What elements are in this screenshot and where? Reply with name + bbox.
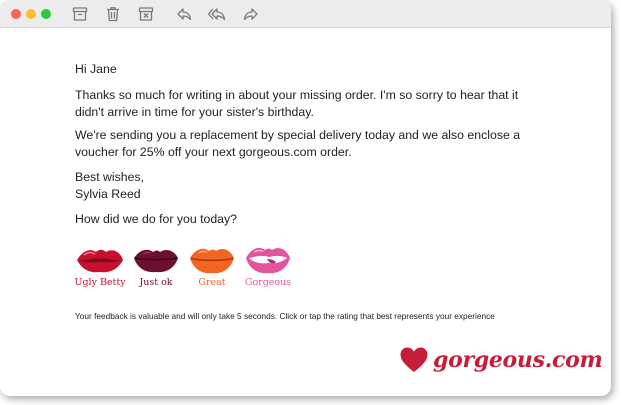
lips-icon — [246, 247, 290, 274]
rating-question: How did we do for you today? — [75, 212, 238, 226]
signoff-text: Best wishes, — [75, 170, 145, 184]
email-signoff: Best wishes, Sylvia Reed — [75, 169, 144, 203]
zoom-window-button[interactable] — [41, 9, 51, 19]
rating-just-ok[interactable]: Just ok — [128, 243, 184, 288]
signature-name: Sylvia Reed — [75, 187, 141, 201]
reply-icon[interactable] — [175, 5, 193, 23]
heart-icon — [400, 347, 428, 372]
rating-label: Gorgeous — [244, 277, 292, 288]
email-paragraph: Thanks so much for writing in about your… — [75, 88, 519, 119]
junk-icon[interactable] — [137, 5, 155, 23]
email-paragraph: We're sending you a replacement by speci… — [75, 128, 521, 159]
lips-icon — [134, 249, 178, 273]
rating-label: Just ok — [139, 277, 173, 288]
rating-label: Ugly Betty — [74, 277, 126, 288]
rating-gorgeous[interactable]: Gorgeous — [240, 243, 296, 288]
brand-logo: gorgeous.com — [399, 343, 603, 377]
archive-icon[interactable] — [71, 5, 89, 23]
rating-great[interactable]: Great — [184, 243, 240, 288]
rating-label: Great — [198, 277, 226, 288]
lips-icon — [190, 248, 234, 274]
rating-ugly-betty[interactable]: Ugly Betty — [72, 243, 128, 288]
email-window: Hi Jane Thanks so much for writing in ab… — [0, 0, 611, 396]
feedback-note: Your feedback is valuable and will only … — [75, 311, 495, 321]
lips-icon — [77, 249, 123, 273]
minimize-window-button[interactable] — [26, 9, 36, 19]
close-window-button[interactable] — [11, 9, 21, 19]
reply-all-icon[interactable] — [207, 5, 227, 23]
forward-icon[interactable] — [242, 5, 260, 23]
brand-wordmark: gorgeous.com — [433, 347, 603, 373]
toolbar — [0, 0, 611, 28]
trash-icon[interactable] — [104, 5, 122, 23]
email-greeting: Hi Jane — [75, 62, 117, 76]
